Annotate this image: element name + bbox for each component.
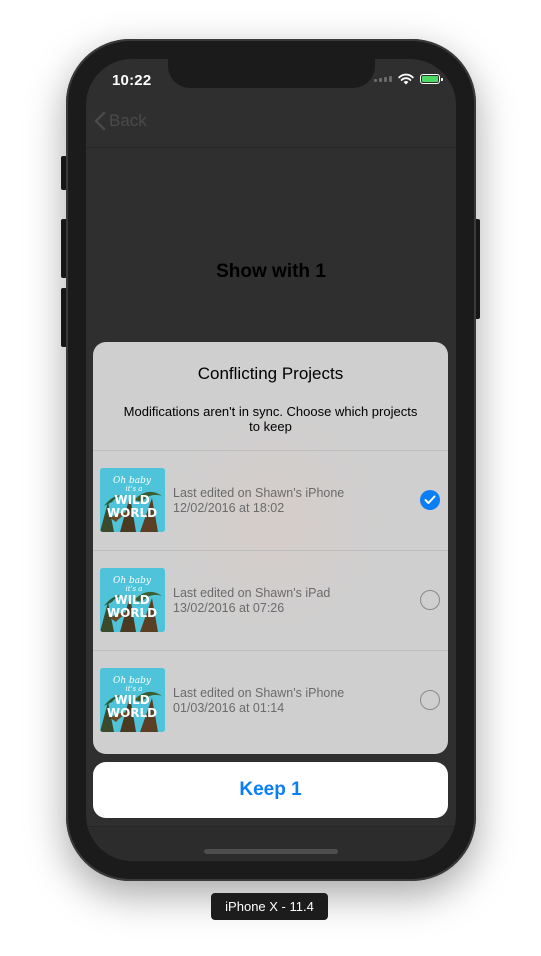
svg-text:WORLD: WORLD [107,506,157,520]
notch [168,59,375,88]
signal-dots-icon [374,76,392,82]
back-button[interactable]: Back [94,111,147,131]
status-time: 10:22 [112,72,152,89]
keep-button[interactable]: Keep 1 [93,762,448,818]
simulator-stage: 10:22 Back Show with 1 Conflicting Proje… [0,0,541,956]
project-info: Last edited on Shawn's iPad 13/02/2016 a… [173,586,330,616]
svg-text:it's a: it's a [126,585,143,593]
project-device: Last edited on Shawn's iPhone [173,486,345,500]
navigation-bar: Back [86,103,456,148]
project-list: Oh baby it's a WILD WORLD Last edited on… [93,450,448,750]
project-device: Last edited on Shawn's iPad [173,586,331,600]
project-thumbnail: Oh baby it's a WILD WORLD [100,568,165,632]
battery-level [422,76,438,82]
home-indicator[interactable] [204,849,338,854]
project-thumbnail: Oh baby it's a WILD WORLD [100,668,165,732]
bottom-toolbar [86,826,456,861]
chevron-left-icon [94,111,106,131]
svg-text:it's a: it's a [126,685,143,693]
device-label: iPhone X - 11.4 [211,893,328,920]
project-info: Last edited on Shawn's iPhone 12/02/2016… [173,486,344,516]
selection-circle-icon[interactable] [420,690,440,710]
battery-charging-icon [420,74,443,84]
sheet-message: Modifications aren't in sync. Choose whi… [123,404,418,434]
project-device: Last edited on Shawn's iPhone [173,686,345,700]
wifi-icon [398,73,414,85]
status-icons [374,73,443,85]
project-thumbnail: Oh baby it's a WILD WORLD [100,468,165,532]
conflict-sheet: Conflicting Projects Modifications aren'… [93,342,448,754]
device-screen: 10:22 Back Show with 1 Conflicting Proje… [86,59,456,861]
svg-text:WORLD: WORLD [107,606,157,620]
project-row[interactable]: Oh baby it's a WILD WORLD Last edited on… [93,650,448,750]
svg-text:it's a: it's a [126,485,143,493]
project-date: 01/03/2016 at 01:14 [173,701,285,715]
project-date: 13/02/2016 at 07:26 [173,601,285,615]
svg-text:WORLD: WORLD [107,706,157,720]
project-info: Last edited on Shawn's iPhone 01/03/2016… [173,686,344,716]
svg-text:WILD: WILD [114,693,149,707]
selection-checkmark-icon[interactable] [420,490,440,510]
project-row[interactable]: Oh baby it's a WILD WORLD Last edited on… [93,450,448,550]
back-label: Back [109,111,147,130]
project-row[interactable]: Oh baby it's a WILD WORLD Last edited on… [93,550,448,650]
selection-circle-icon[interactable] [420,590,440,610]
page-heading: Show with 1 [216,261,326,282]
sheet-title: Conflicting Projects [197,364,344,383]
project-date: 12/02/2016 at 18:02 [173,501,285,515]
svg-text:WILD: WILD [114,493,149,507]
svg-text:WILD: WILD [114,593,149,607]
